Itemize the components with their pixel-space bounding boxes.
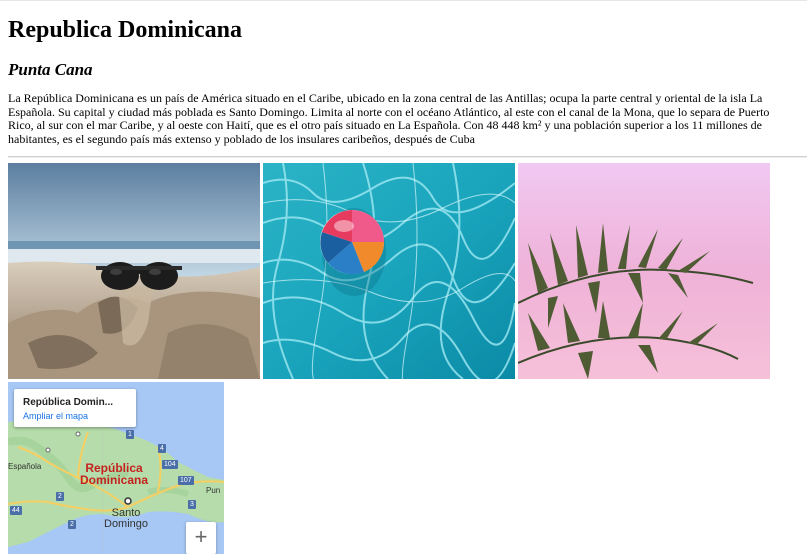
- road-shield: 104: [162, 460, 178, 469]
- road-shield: 2: [68, 520, 76, 529]
- road-shield: 3: [188, 500, 196, 509]
- road-shield: 1: [126, 430, 134, 439]
- map-label-right: Pun: [206, 486, 221, 495]
- photo-pool-beach-ball: [263, 163, 515, 379]
- map-label-left: Española: [8, 462, 42, 471]
- zoom-in-button[interactable]: +: [186, 522, 216, 554]
- description-paragraph: La República Dominicana es un país de Am…: [8, 91, 770, 146]
- photo-palm-leaves: [518, 163, 770, 379]
- photo-beach-sunglasses: [8, 163, 260, 379]
- road-shield: 2: [56, 492, 64, 501]
- map-place-card: República Domin... Ampliar el mapa: [14, 389, 136, 427]
- road-shield: 107: [178, 476, 194, 485]
- road-shield: 44: [10, 506, 22, 515]
- enlarge-map-link[interactable]: Ampliar el mapa: [23, 411, 88, 421]
- horizontal-rule: [8, 156, 807, 158]
- page-subtitle: Punta Cana: [8, 60, 93, 79]
- map-capital-label: Santo Domingo: [104, 508, 148, 530]
- map-country-label: República Dominicana: [80, 462, 148, 486]
- page-title: Republica Dominicana: [8, 17, 243, 43]
- embedded-map[interactable]: República Domin... Ampliar el mapa Españ…: [8, 382, 224, 554]
- map-capital-label-line2: Domingo: [104, 518, 149, 530]
- map-country-label-line2: Dominicana: [80, 473, 149, 487]
- top-border: [0, 0, 807, 1]
- road-shield: 4: [158, 444, 166, 453]
- map-place-name: República Domin...: [23, 397, 114, 408]
